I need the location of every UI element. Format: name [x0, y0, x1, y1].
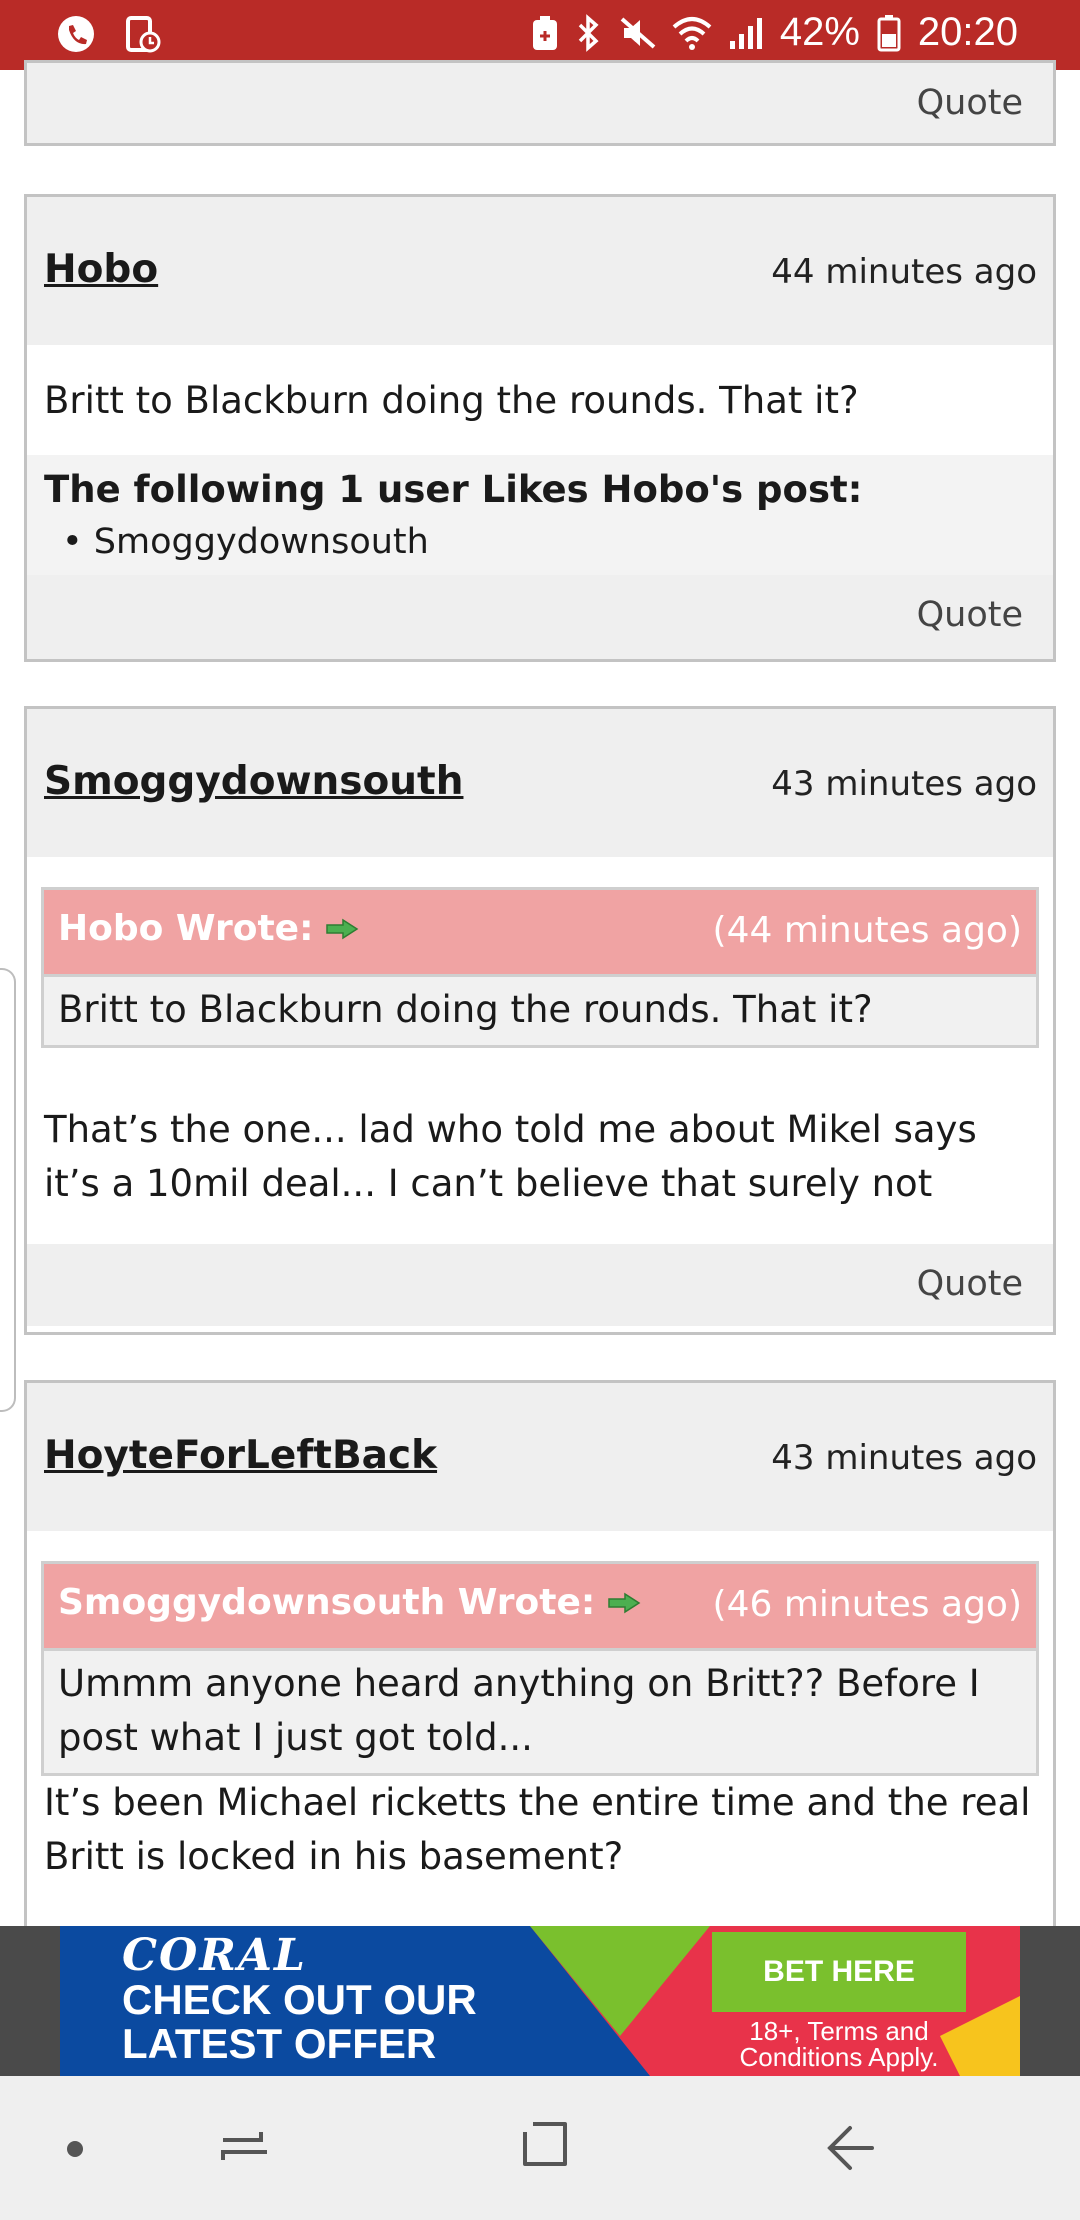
bet-here-button[interactable]: BET HERE	[712, 1932, 966, 2012]
recent-apps-icon[interactable]	[215, 2118, 275, 2178]
navigation-bar	[0, 2076, 1080, 2220]
home-icon[interactable]	[515, 2118, 575, 2178]
post-author-link[interactable]: Hobo	[44, 247, 158, 292]
nav-dot-icon[interactable]	[67, 2141, 83, 2157]
battery-icon	[877, 14, 901, 51]
post-body: Britt to Blackburn doing the rounds. Tha…	[44, 379, 859, 422]
post-card: Hobo 44 minutes ago Britt to Blackburn d…	[24, 194, 1056, 662]
quote-author[interactable]: Hobo Wrote:	[58, 908, 359, 949]
quote-header: Smoggydownsouth Wrote: (46 minutes ago)	[44, 1564, 1036, 1651]
post-header: Smoggydownsouth 43 minutes ago	[27, 709, 1053, 857]
ad-brand-logo: CORAL	[122, 1930, 307, 1981]
arrow-right-icon[interactable]	[325, 918, 359, 940]
quote-author-label[interactable]: Smoggydownsouth Wrote:	[58, 1582, 595, 1623]
post-header: HoyteForLeftBack 43 minutes ago	[27, 1383, 1053, 1531]
likes-title: The following 1 user Likes Hobo's post:	[44, 468, 863, 511]
quote-time: (46 minutes ago)	[712, 1584, 1022, 1625]
quote-bar: Quote	[27, 63, 1053, 143]
battery-percent: 42%	[779, 10, 860, 54]
quote-button[interactable]: Quote	[917, 1264, 1023, 1304]
ad-creative[interactable]: CORAL CHECK OUT OUR LATEST OFFER BET HER…	[60, 1926, 1020, 2076]
ad-terms-line2: Conditions Apply.	[739, 2042, 939, 2072]
clock: 20:20	[917, 10, 1018, 54]
quote-header: Hobo Wrote: (44 minutes ago)	[44, 890, 1036, 977]
quote-author-label[interactable]: Hobo Wrote:	[58, 908, 313, 949]
signal-icon	[729, 17, 762, 49]
quote-text: Ummm anyone heard anything on Britt?? Be…	[44, 1651, 1036, 1773]
likes-section: The following 1 user Likes Hobo's post: …	[27, 455, 1053, 575]
ad-banner[interactable]: CORAL CHECK OUT OUR LATEST OFFER BET HER…	[0, 1926, 1080, 2076]
ad-headline-line1: CHECK OUT OUR	[122, 1976, 477, 2023]
quote-time: (44 minutes ago)	[712, 910, 1022, 951]
alarm-battery-icon	[532, 15, 557, 50]
post-body: It’s been Michael ricketts the entire ti…	[44, 1781, 1031, 1878]
bluetooth-icon	[578, 13, 599, 52]
quote-box: Smoggydownsouth Wrote: (46 minutes ago) …	[41, 1561, 1039, 1776]
edge-panel-handle[interactable]	[0, 968, 16, 1412]
ad-headline: CHECK OUT OUR LATEST OFFER	[122, 1978, 477, 2066]
post-header: Hobo 44 minutes ago	[27, 197, 1053, 345]
post-time: 44 minutes ago	[771, 252, 1037, 292]
post-time: 43 minutes ago	[771, 1438, 1037, 1478]
ad-terms-line1: 18+, Terms and	[749, 2016, 929, 2046]
likes-user[interactable]: • Smoggydownsouth	[44, 517, 1036, 567]
quote-author[interactable]: Smoggydownsouth Wrote:	[58, 1582, 641, 1623]
mute-icon	[620, 16, 656, 49]
ad-headline-line2: LATEST OFFER	[122, 2020, 437, 2067]
screen-record-icon	[126, 16, 161, 53]
phone-call-icon	[58, 16, 94, 52]
quote-box: Hobo Wrote: (44 minutes ago) Britt to Bl…	[41, 887, 1039, 1048]
wifi-icon	[672, 16, 712, 50]
post-body: That’s the one... lad who told me about …	[44, 1108, 977, 1205]
post-card: Smoggydownsouth 43 minutes ago Hobo Wrot…	[24, 706, 1056, 1335]
post-author-link[interactable]: HoyteForLeftBack	[44, 1433, 437, 1478]
post-author-link[interactable]: Smoggydownsouth	[44, 759, 463, 804]
quote-button[interactable]: Quote	[917, 595, 1023, 635]
post-card: HoyteForLeftBack 43 minutes ago Smoggydo…	[24, 1380, 1056, 2000]
arrow-right-icon[interactable]	[607, 1592, 641, 1614]
post-card-partial: Quote	[24, 60, 1056, 146]
post-time: 43 minutes ago	[771, 764, 1037, 804]
ad-terms: 18+, Terms and Conditions Apply.	[710, 2018, 968, 2070]
quote-bar: Quote	[27, 1244, 1053, 1326]
quote-text: Britt to Blackburn doing the rounds. Tha…	[44, 977, 1036, 1045]
quote-bar: Quote	[27, 575, 1053, 659]
back-icon[interactable]	[820, 2118, 880, 2178]
likes-user-name[interactable]: Smoggydownsouth	[94, 522, 429, 562]
quote-button[interactable]: Quote	[917, 83, 1023, 123]
